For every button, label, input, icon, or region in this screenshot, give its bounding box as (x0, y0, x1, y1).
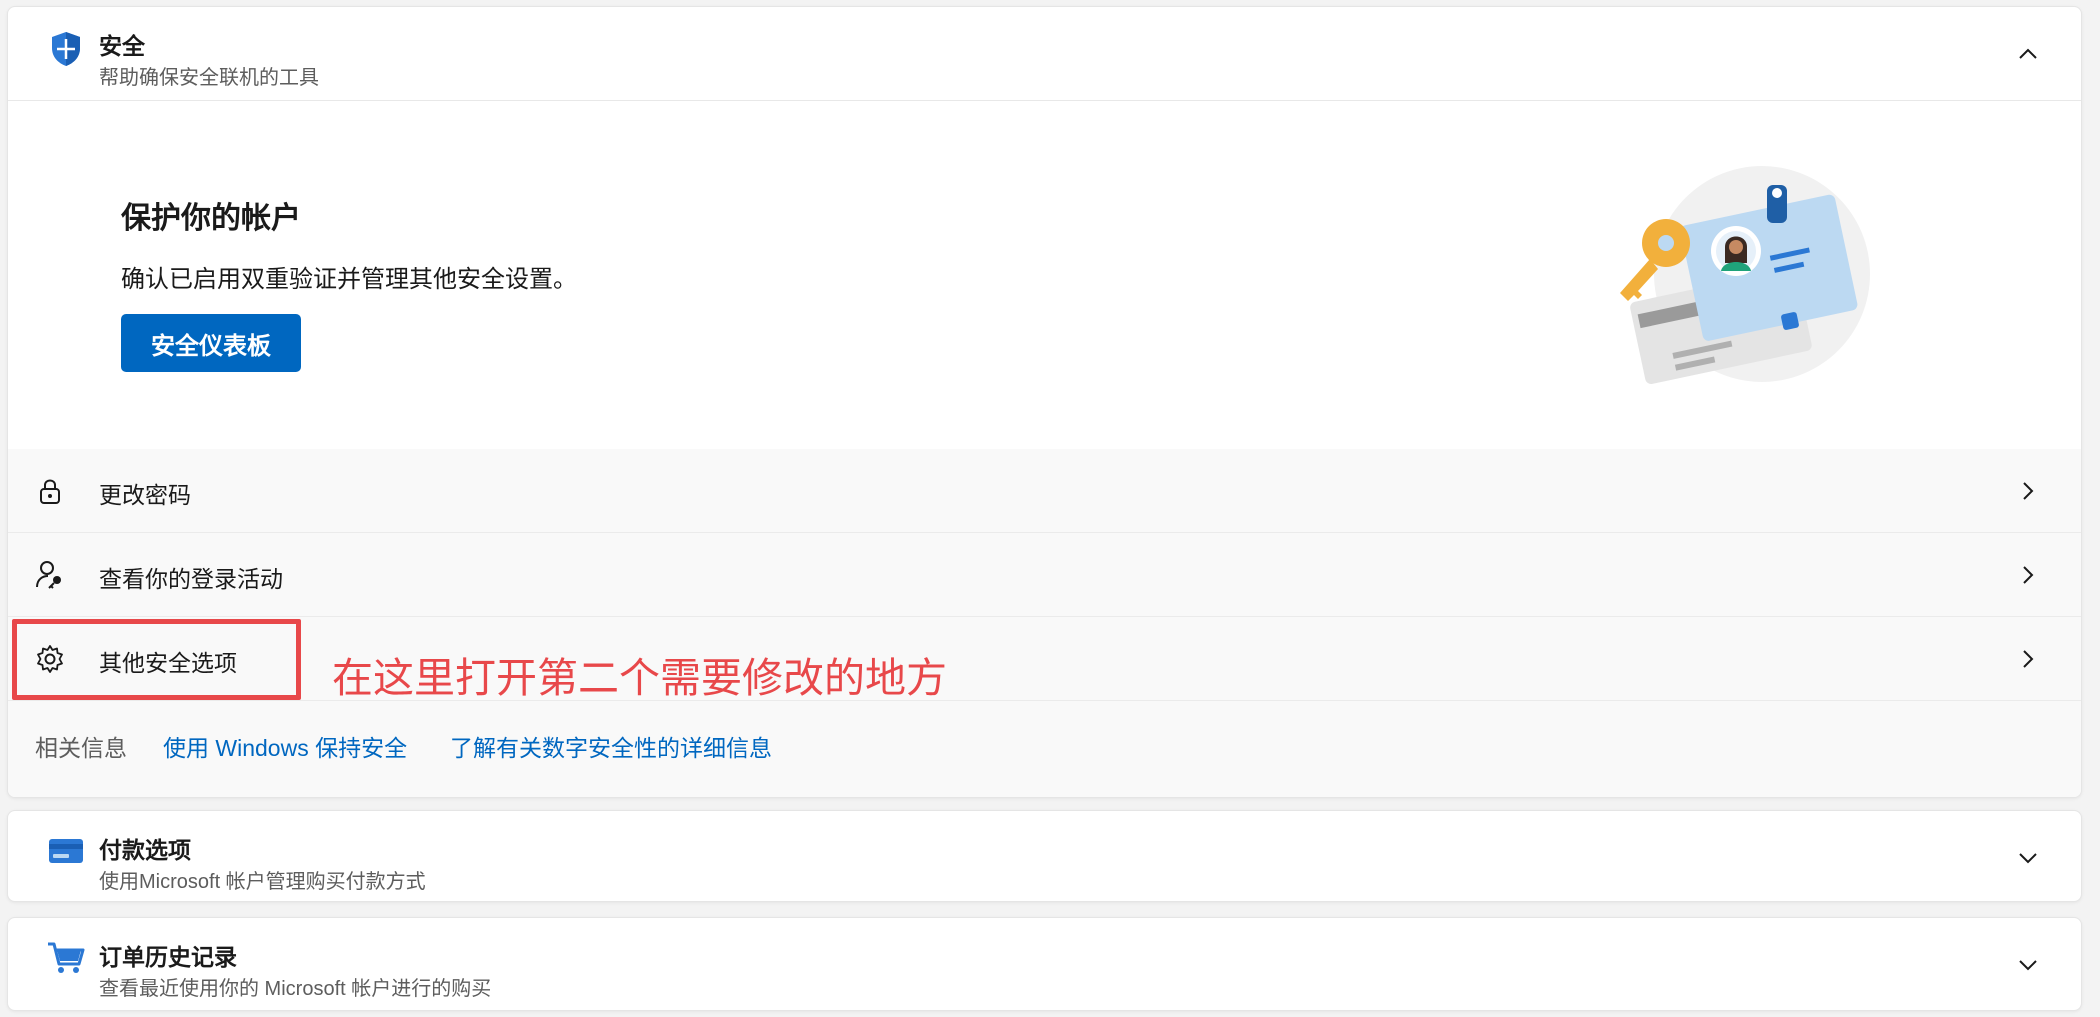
security-title: 安全 (99, 33, 145, 59)
orders-title: 订单历史记录 (99, 944, 237, 970)
related-info-label: 相关信息 (35, 735, 127, 761)
protect-account-section: 保护你的帐户 确认已启用双重验证并管理其他安全设置。 安全仪表板 (8, 101, 2081, 455)
change-password-row[interactable]: 更改密码 (8, 449, 2081, 533)
order-history-card[interactable]: 订单历史记录 查看最近使用你的 Microsoft 帐户进行的购买 (7, 917, 2082, 1011)
lock-icon (40, 479, 60, 504)
security-card: 安全 帮助确保安全联机的工具 保护你的帐户 确认已启用双重验证并管理其他安全设置… (7, 6, 2082, 798)
chevron-right-icon (2023, 650, 2034, 668)
annotation-highlight-box (12, 619, 301, 700)
chevron-down-icon[interactable] (2017, 847, 2039, 869)
related-info: 相关信息 使用 Windows 保持安全 了解有关数字安全性的详细信息 (8, 701, 2081, 787)
more-security-options-row[interactable]: 其他安全选项 (8, 617, 2081, 701)
security-subtitle: 帮助确保安全联机的工具 (99, 67, 319, 89)
chevron-right-icon (2023, 482, 2034, 500)
credit-card-icon (49, 839, 83, 863)
hero-description: 确认已启用双重验证并管理其他安全设置。 (121, 266, 577, 293)
orders-header[interactable]: 订单历史记录 查看最近使用你的 Microsoft 帐户进行的购买 (8, 918, 2081, 1011)
account-security-illustration (1620, 166, 1870, 385)
change-password-label: 更改密码 (99, 482, 191, 508)
payment-header[interactable]: 付款选项 使用Microsoft 帐户管理购买付款方式 (8, 811, 2081, 904)
digital-security-link[interactable]: 了解有关数字安全性的详细信息 (450, 729, 772, 763)
security-dashboard-button[interactable]: 安全仪表板 (121, 314, 301, 372)
windows-security-link[interactable]: 使用 Windows 保持安全 (163, 729, 407, 763)
shield-icon (52, 32, 80, 66)
shopping-cart-icon (48, 942, 85, 973)
security-options-list: 更改密码 查看你的登录活动 其他安全选项 相关信息 使用 Windows 保持安… (8, 449, 2081, 797)
security-header[interactable]: 安全 帮助确保安全联机的工具 (8, 7, 2081, 100)
person-key-icon (36, 561, 61, 589)
payment-title: 付款选项 (99, 837, 191, 863)
annotation-text: 在这里打开第二个需要修改的地方 (332, 655, 947, 701)
orders-subtitle: 查看最近使用你的 Microsoft 帐户进行的购买 (99, 978, 492, 1000)
chevron-right-icon (2023, 566, 2034, 584)
payment-options-card[interactable]: 付款选项 使用Microsoft 帐户管理购买付款方式 (7, 810, 2082, 902)
sign-in-activity-label: 查看你的登录活动 (99, 566, 283, 592)
sign-in-activity-row[interactable]: 查看你的登录活动 (8, 533, 2081, 617)
payment-subtitle: 使用Microsoft 帐户管理购买付款方式 (99, 871, 426, 893)
chevron-up-icon[interactable] (2017, 43, 2039, 65)
chevron-down-icon[interactable] (2017, 954, 2039, 976)
hero-title: 保护你的帐户 (121, 202, 301, 235)
